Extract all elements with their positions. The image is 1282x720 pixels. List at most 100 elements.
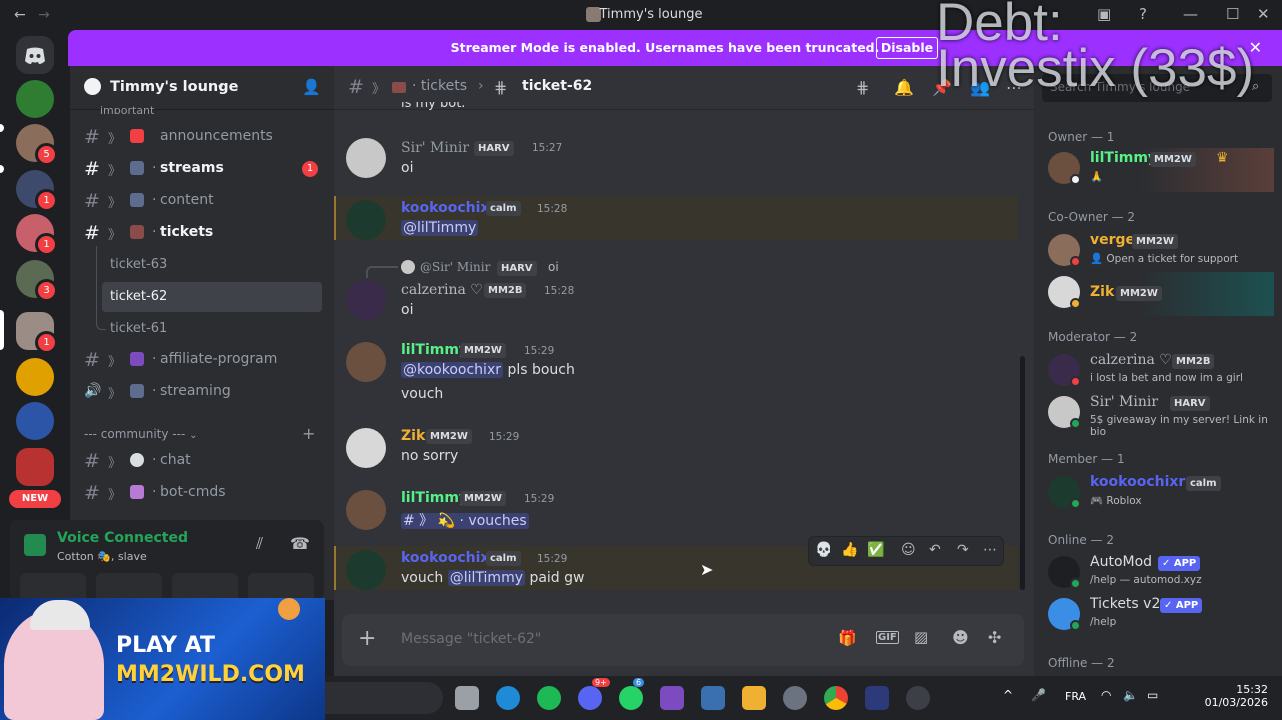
sticker-icon[interactable]: ▨: [914, 628, 928, 646]
ad-overlay[interactable]: PLAY AT MM2WILD.COM: [0, 598, 325, 720]
server-timmys-lounge-icon[interactable]: 1: [16, 312, 58, 354]
whatsapp-icon[interactable]: 6: [619, 678, 645, 710]
edge-icon[interactable]: [496, 686, 520, 710]
message[interactable]: kookoochixr calm 15:28 @lilTimmy: [334, 198, 1034, 242]
member-kookoochixr[interactable]: kookoochixr calm 🎮 Roblox: [1048, 472, 1274, 516]
message-author[interactable]: Zik: [401, 428, 425, 444]
more-actions-icon[interactable]: ⋯: [983, 542, 997, 558]
settings-icon[interactable]: [783, 686, 807, 710]
thumbs-up-reaction-icon[interactable]: 👍: [841, 542, 858, 558]
member-automod[interactable]: AutoMod ✓ APP /help — automod.xyz: [1048, 552, 1274, 596]
user-mention[interactable]: @kookoochixr: [401, 362, 503, 378]
taskbar-search[interactable]: [325, 682, 443, 714]
language-indicator[interactable]: FRA: [1065, 690, 1086, 703]
channel-chat[interactable]: # 》 · chat: [78, 446, 326, 476]
header-parent-channel[interactable]: · tickets: [412, 78, 467, 94]
message-author[interactable]: kookoochixr: [401, 550, 496, 566]
member-zik[interactable]: Zik MM2W: [1048, 272, 1274, 316]
wifi-icon[interactable]: ◠: [1101, 688, 1111, 702]
server-icon[interactable]: 1: [16, 214, 58, 256]
add-channel-icon[interactable]: +: [302, 424, 315, 443]
channel-streaming[interactable]: 🔊 》 · streaming: [78, 377, 326, 407]
battery-icon[interactable]: ▭: [1147, 688, 1158, 702]
forward-icon[interactable]: ↷: [957, 542, 969, 558]
bell-icon[interactable]: 🔔: [894, 78, 914, 97]
photo-viewer-icon[interactable]: [701, 686, 725, 710]
message-author[interactable]: kookoochixr: [401, 200, 496, 216]
server-icon[interactable]: 1: [16, 170, 58, 212]
avatar[interactable]: [346, 138, 386, 178]
app-icon[interactable]: [865, 686, 889, 710]
invite-people-icon[interactable]: 👤: [302, 78, 321, 96]
thread-ticket-62[interactable]: ticket-62: [102, 282, 322, 312]
avatar[interactable]: [346, 280, 386, 320]
skull-reaction-icon[interactable]: 💀: [815, 542, 832, 558]
message[interactable]: lilTimmy MM2W 15:29 @kookoochixr pls bou…: [334, 340, 1034, 410]
voice-channel-name[interactable]: Cotton 🎭, slave: [57, 550, 147, 563]
chat-scrollbar[interactable]: [1020, 356, 1025, 590]
obs-icon[interactable]: [906, 686, 930, 710]
reply-author[interactable]: @Sir' Minir: [420, 260, 490, 274]
spotify-icon[interactable]: [537, 686, 561, 710]
reply-text[interactable]: oi: [548, 260, 559, 274]
message-author[interactable]: lilTimmy: [401, 490, 468, 506]
disable-streamer-mode-button[interactable]: Disable: [876, 37, 938, 59]
volume-icon[interactable]: 🔈: [1123, 688, 1138, 702]
member-liltimmy[interactable]: lilTimmy MM2W ♛ 🙏: [1048, 148, 1274, 192]
channel-affiliate-program[interactable]: # 》 · affiliate-program: [78, 345, 326, 375]
add-reaction-icon[interactable]: ☺: [901, 542, 916, 558]
member-verge[interactable]: verge MM2W 👤 Open a ticket for support: [1048, 230, 1274, 274]
message-input[interactable]: Message "ticket-62": [401, 631, 541, 647]
signal-icon[interactable]: [24, 534, 46, 556]
channel-streams[interactable]: # 》 · streams 1: [0, 154, 326, 184]
server-voice-icon[interactable]: [16, 80, 54, 118]
noise-suppression-icon[interactable]: ⫽: [256, 534, 263, 554]
microphone-icon[interactable]: 🎤: [1031, 688, 1046, 702]
message[interactable]: Sir' Minir HARV 15:27 oi: [334, 136, 1034, 186]
avatar[interactable]: [346, 200, 386, 240]
thread-ticket-61[interactable]: ticket-61: [110, 321, 167, 336]
emoji-icon[interactable]: ☻: [952, 628, 969, 647]
discord-taskbar-icon[interactable]: 9+: [578, 678, 610, 710]
server-icon[interactable]: [16, 402, 54, 440]
server-icon[interactable]: 5: [16, 124, 58, 166]
disconnect-icon[interactable]: ☎: [290, 534, 310, 553]
avatar[interactable]: [346, 490, 386, 530]
server-icon[interactable]: 3: [16, 260, 58, 302]
avatar[interactable]: [346, 550, 386, 590]
voice-status[interactable]: Voice Connected: [57, 530, 188, 546]
category-community[interactable]: --- community --- ⌄: [84, 427, 198, 441]
gift-icon[interactable]: 🎁: [838, 629, 857, 647]
reply-icon[interactable]: ↶: [929, 542, 941, 558]
message[interactable]: Zik MM2W 15:29 no sorry: [334, 426, 1034, 476]
clock[interactable]: 15:32 01/03/2026: [1205, 683, 1268, 709]
apps-icon[interactable]: ✣: [988, 628, 1001, 647]
threads-icon[interactable]: ⋕: [856, 78, 869, 97]
channel-announcements[interactable]: # 》 announcements: [78, 122, 326, 152]
avatar[interactable]: [346, 428, 386, 468]
message[interactable]: lilTimmy MM2W 15:29 # 》 💫 · vouches: [334, 488, 1034, 538]
check-reaction-icon[interactable]: ✅: [867, 542, 884, 558]
message[interactable]: @Sir' Minir HARV oi calzerina ♡ MM2B 15:…: [334, 258, 1034, 324]
clipchamp-icon[interactable]: [660, 686, 684, 710]
message-author[interactable]: lilTimmy: [401, 342, 468, 358]
avatar[interactable]: [346, 342, 386, 382]
server-icon[interactable]: [16, 358, 54, 396]
channel-content[interactable]: # 》 · content: [78, 186, 326, 216]
channel-bot-cmds[interactable]: # 》 · bot-cmds: [78, 478, 326, 508]
task-view-icon[interactable]: [455, 686, 479, 710]
file-explorer-icon[interactable]: [742, 686, 766, 710]
user-mention[interactable]: @lilTimmy: [447, 570, 525, 586]
channel-mention[interactable]: # 》 💫 · vouches: [401, 513, 529, 529]
discord-home-icon[interactable]: [16, 36, 54, 74]
chrome-icon[interactable]: [824, 686, 848, 710]
member-tickets-v2[interactable]: Tickets v2 ✓ APP /help: [1048, 594, 1274, 638]
user-mention[interactable]: @lilTimmy: [401, 220, 479, 236]
member-calzerina[interactable]: calzerina ♡ MM2B i lost la bet and now i…: [1048, 350, 1274, 394]
server-folder-icon[interactable]: [16, 448, 54, 486]
message-composer[interactable]: + Message "ticket-62" 🎁 GIF ▨ ☻ ✣: [342, 614, 1024, 666]
message-author[interactable]: calzerina ♡: [401, 282, 483, 298]
thread-ticket-63[interactable]: ticket-63: [110, 257, 167, 272]
channel-tickets[interactable]: # 》 · tickets: [78, 218, 326, 248]
message-author[interactable]: Sir' Minir: [401, 140, 469, 156]
